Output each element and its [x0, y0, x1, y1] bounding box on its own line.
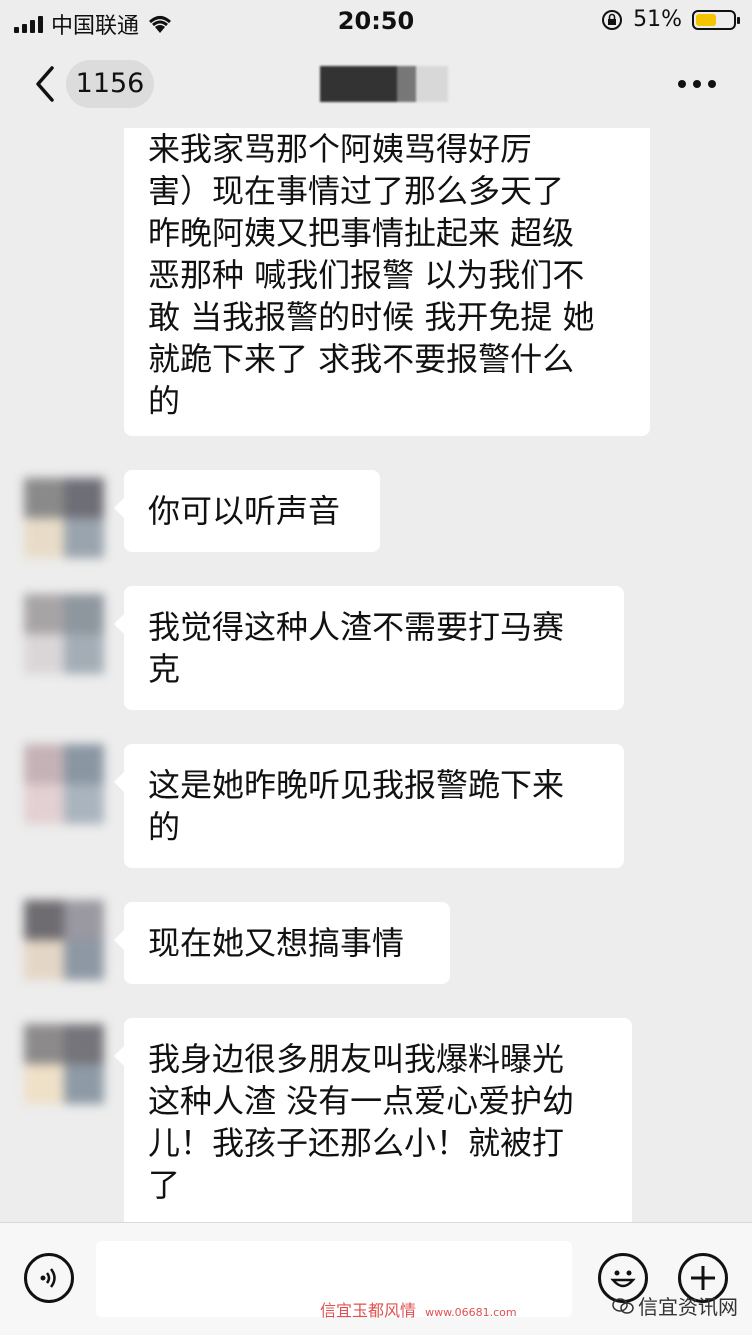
rotation-lock-icon [602, 9, 623, 30]
voice-waves-icon [40, 1268, 56, 1288]
unread-count-badge[interactable]: 1156 [66, 60, 154, 108]
avatar[interactable] [24, 744, 104, 824]
avatar[interactable] [24, 594, 104, 674]
input-bar: 信宜玉都风情 www.06681.com 信宜资讯网 [0, 1222, 752, 1335]
message-bubble[interactable]: 你可以听声音 [114, 470, 380, 552]
back-chevron-icon[interactable] [30, 62, 70, 106]
battery-percent: 51% [633, 7, 682, 32]
watermark-center-title: 信宜玉都风情 [320, 1301, 417, 1320]
plus-icon [691, 1266, 715, 1290]
wechat-logo-icon [612, 1297, 634, 1314]
message-bubble[interactable]: 我身边很多朋友叫我爆料曝光 这种人渣 没有一点爱心爱护幼 儿！我孩子还那么小！就… [114, 1018, 632, 1222]
avatar[interactable] [24, 1024, 104, 1104]
more-dots-icon[interactable] [678, 80, 716, 88]
avatar[interactable] [24, 478, 104, 558]
status-right: 51% [601, 7, 740, 32]
message-bubble[interactable]: 我觉得这种人渣不需要打马赛 克 [114, 586, 624, 710]
message-bubble[interactable]: 这是她昨晚听见我报警跪下来 的 [114, 744, 624, 868]
watermark-right: 信宜资讯网 [612, 1291, 738, 1320]
watermark-center-url: www.06681.com [425, 1306, 517, 1319]
voice-icon[interactable] [24, 1253, 74, 1303]
battery-icon [692, 9, 740, 30]
watermark-center: 信宜玉都风情 www.06681.com [320, 1297, 517, 1321]
message-list: 来我家骂那个阿姨骂得好厉 害）现在事情过了那么多天了 昨晚阿姨又把事情扯起来 超… [0, 128, 752, 1222]
status-bar: 中国联通 20:50 51% [0, 0, 752, 44]
message-bubble[interactable]: 来我家骂那个阿姨骂得好厉 害）现在事情过了那么多天了 昨晚阿姨又把事情扯起来 超… [124, 128, 650, 436]
watermark-right-label: 信宜资讯网 [638, 1295, 738, 1319]
avatar[interactable] [24, 900, 104, 980]
message-bubble[interactable]: 现在她又想搞事情 [114, 902, 450, 984]
chat-title-redacted [320, 66, 448, 102]
chat-header: 1156 [0, 44, 752, 128]
